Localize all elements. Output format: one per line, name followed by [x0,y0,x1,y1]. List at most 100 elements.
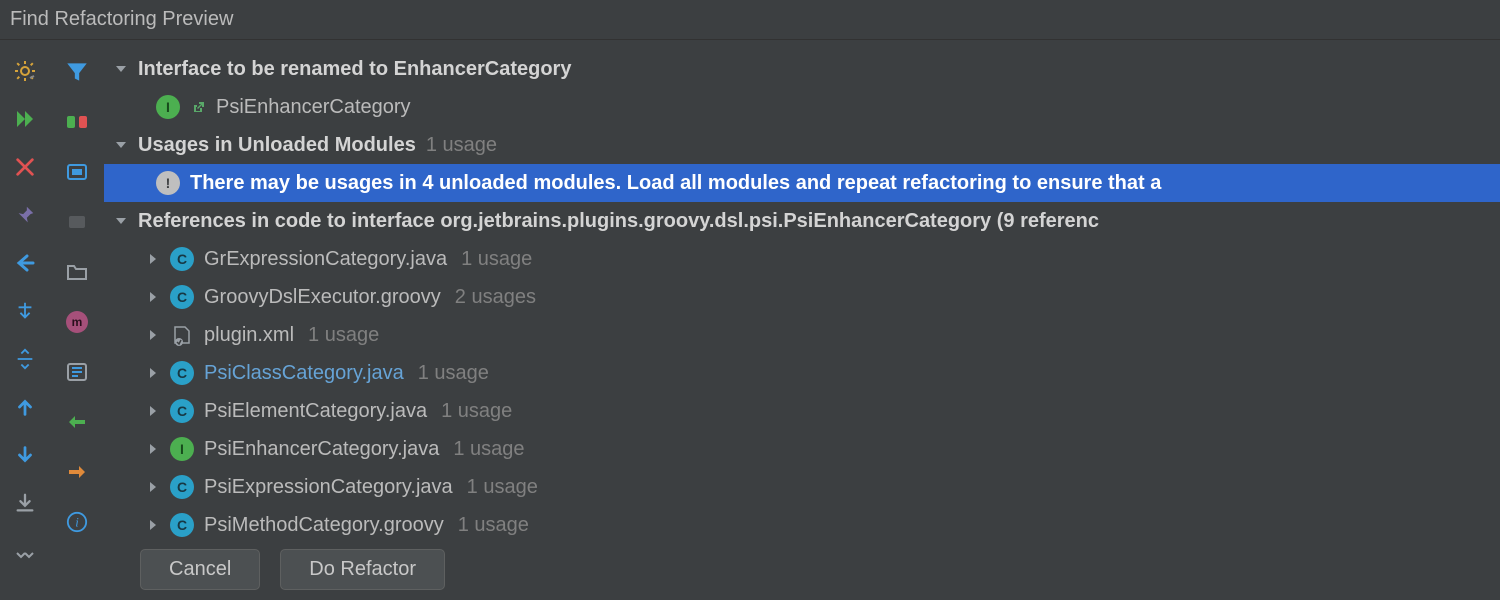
class-icon: C [170,399,194,423]
file-name: PsiMethodCategory.groovy [204,514,444,537]
tree-warning-row[interactable]: ! There may be usages in 4 unloaded modu… [104,164,1500,202]
usage-count: 1 usage [453,438,524,461]
filter-button[interactable] [59,54,95,90]
folder-button[interactable] [59,254,95,290]
tree-file-row[interactable]: C PsiClassCategory.java 1 usage [104,354,1500,392]
info-icon: i [66,511,88,533]
file-name: PsiEnhancerCategory.java [204,438,439,461]
tree-file-row[interactable]: CPsiMethodCategory.groovy1 usage [104,506,1500,539]
back-button[interactable] [8,246,42,280]
tree-file-row[interactable]: I PsiEnhancerCategory.java 1 usage [104,430,1500,468]
square-icon [65,210,89,234]
usage-count: 1 usage [308,324,379,347]
usage-count: 1 usage [418,362,489,385]
settings-icon [13,59,37,83]
folder-toggle-button[interactable] [59,204,95,240]
file-name: PsiClassCategory.java [204,362,404,385]
chevron-down-icon[interactable] [112,212,130,230]
usage-count: 2 usages [455,286,536,309]
usage-count: 1 usage [458,514,529,537]
chevron-down-icon[interactable] [112,60,130,78]
up-icon [14,396,36,418]
class-icon: C [170,475,194,499]
usage-count: 1 usage [441,400,512,423]
interface-icon: I [156,95,180,119]
class-icon: C [170,285,194,309]
diff-prev-button[interactable] [59,404,95,440]
xml-file-icon [170,323,194,347]
divider-button[interactable] [8,342,42,376]
settings-button[interactable] [8,54,42,88]
results-tree[interactable]: Interface to be renamed to EnhancerCateg… [104,40,1500,539]
tree-file-row[interactable]: C PsiElementCategory.java 1 usage [104,392,1500,430]
folder-icon [65,261,89,283]
file-name: PsiExpressionCategory.java [204,476,453,499]
info-button[interactable]: i [59,504,95,540]
divider-icon [14,348,36,370]
export-button[interactable] [8,486,42,520]
up-button[interactable] [8,390,42,424]
scope-toggle-button[interactable] [59,154,95,190]
preview-button[interactable] [59,354,95,390]
toolbar-left-1 [0,40,50,600]
chevron-right-icon[interactable] [144,250,162,268]
toolbar-left-2: m i [50,40,104,600]
diff-next-button[interactable] [59,454,95,490]
file-name: GroovyDslExecutor.groovy [204,286,441,309]
tree-file-row[interactable]: C PsiExpressionCategory.java 1 usage [104,468,1500,506]
group-toggle-button[interactable] [59,104,95,140]
file-name: PsiElementCategory.java [204,400,427,423]
warning-text: There may be usages in 4 unloaded module… [190,172,1161,195]
collapse-icon [14,300,36,322]
filter-icon [64,59,90,85]
chevron-right-icon[interactable] [144,364,162,382]
diff-icon [65,410,89,434]
tree-file-row[interactable]: C GroovyDslExecutor.groovy 2 usages [104,278,1500,316]
preview-icon [65,360,89,384]
dialog-buttons: Cancel Do Refactor [104,539,1500,600]
tree-file-row[interactable]: C GrExpressionCategory.java 1 usage [104,240,1500,278]
cancel-button[interactable]: Cancel [140,549,260,590]
down-button[interactable] [8,438,42,472]
chevron-right-icon[interactable] [144,288,162,306]
window-titlebar: Find Refactoring Preview [0,0,1500,40]
diff2-icon [65,460,89,484]
export-icon [14,492,36,514]
module-button[interactable]: m [59,304,95,340]
usage-count: 1 usage [467,476,538,499]
tree-item-target[interactable]: I PsiEnhancerCategory [104,88,1500,126]
file-name: plugin.xml [204,324,294,347]
module-icon: m [66,311,88,333]
interface-icon: I [170,437,194,461]
collapse-all-button[interactable] [8,294,42,328]
section-heading: References in code to interface org.jetb… [138,210,1099,233]
item-label: PsiEnhancerCategory [216,96,411,119]
chevron-right-icon[interactable] [144,478,162,496]
usage-count: 1 usage [461,248,532,271]
window-title: Find Refactoring Preview [10,8,233,31]
pin-button[interactable] [8,198,42,232]
tree-section-references[interactable]: References in code to interface org.jetb… [104,202,1500,240]
chevron-right-icon[interactable] [144,402,162,420]
tree-section-rename[interactable]: Interface to be renamed to EnhancerCateg… [104,50,1500,88]
section-heading: Usages in Unloaded Modules [138,134,416,157]
tree-section-unloaded[interactable]: Usages in Unloaded Modules 1 usage [104,126,1500,164]
rerun-button[interactable] [8,102,42,136]
tree-file-row[interactable]: plugin.xml 1 usage [104,316,1500,354]
scope-icon [65,160,89,184]
close-button[interactable] [8,150,42,184]
file-name: GrExpressionCategory.java [204,248,447,271]
close-icon [14,156,36,178]
do-refactor-button[interactable]: Do Refactor [280,549,445,590]
chevron-right-icon[interactable] [144,440,162,458]
section-heading: Interface to be renamed to EnhancerCateg… [138,58,571,81]
class-icon: C [170,247,194,271]
chevron-right-icon[interactable] [144,326,162,344]
chevron-down-icon[interactable] [112,136,130,154]
usage-count: 1 usage [426,134,497,157]
more-button[interactable] [8,538,42,572]
back-icon [13,251,37,275]
warning-icon: ! [156,171,180,195]
class-icon: C [170,361,194,385]
chevron-right-icon[interactable] [144,516,162,534]
